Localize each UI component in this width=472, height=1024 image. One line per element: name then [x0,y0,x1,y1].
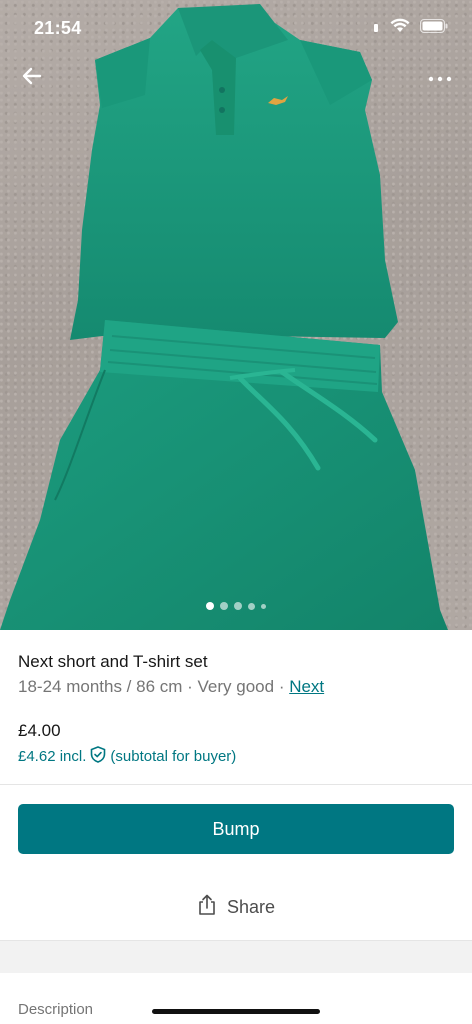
brand-link[interactable]: Next [289,677,324,696]
item-title: Next short and T-shirt set [18,652,208,671]
status-time: 21:54 [34,18,82,38]
more-horizontal-icon [428,69,452,87]
item-size: 18-24 months / 86 cm [18,677,183,696]
item-photo[interactable]: 21:54 [0,0,472,630]
item-condition: Very good [197,677,275,696]
status-icons [372,18,448,38]
bump-button[interactable]: Bump [18,804,454,854]
status-bar: 21:54 [0,0,472,56]
carousel-dot[interactable] [261,603,266,609]
signal-icon [372,19,380,37]
item-meta: 18-24 months / 86 cm · Very good · Next [18,677,324,697]
share-label: Share [226,896,276,917]
share-button[interactable]: Share [0,886,472,928]
section-separator [0,940,472,973]
back-button[interactable] [14,60,50,96]
battery-icon [420,18,448,38]
carousel-dot[interactable] [206,602,214,610]
meta-separator: · [182,677,198,696]
more-options-button[interactable] [422,60,458,96]
meta-separator: · [274,677,290,696]
price-incl: £4.62 incl. [18,748,87,765]
home-indicator[interactable] [152,1009,320,1014]
share-upload-icon [197,894,217,921]
description-label: Description [18,1001,94,1018]
shield-check-icon [90,746,106,767]
item-price: £4.00 [18,721,61,740]
buyer-price-info[interactable]: £4.62 incl. (subtotal for buyer) [18,746,236,767]
wifi-icon [390,18,410,38]
arrow-left-icon [21,65,43,92]
carousel-dot[interactable] [220,602,228,610]
garment-illustration [0,4,448,630]
carousel-indicator [0,602,472,610]
price-incl-note: (subtotal for buyer) [110,748,237,765]
divider [0,784,472,785]
carousel-dot[interactable] [248,602,255,610]
carousel-dot[interactable] [234,602,242,610]
